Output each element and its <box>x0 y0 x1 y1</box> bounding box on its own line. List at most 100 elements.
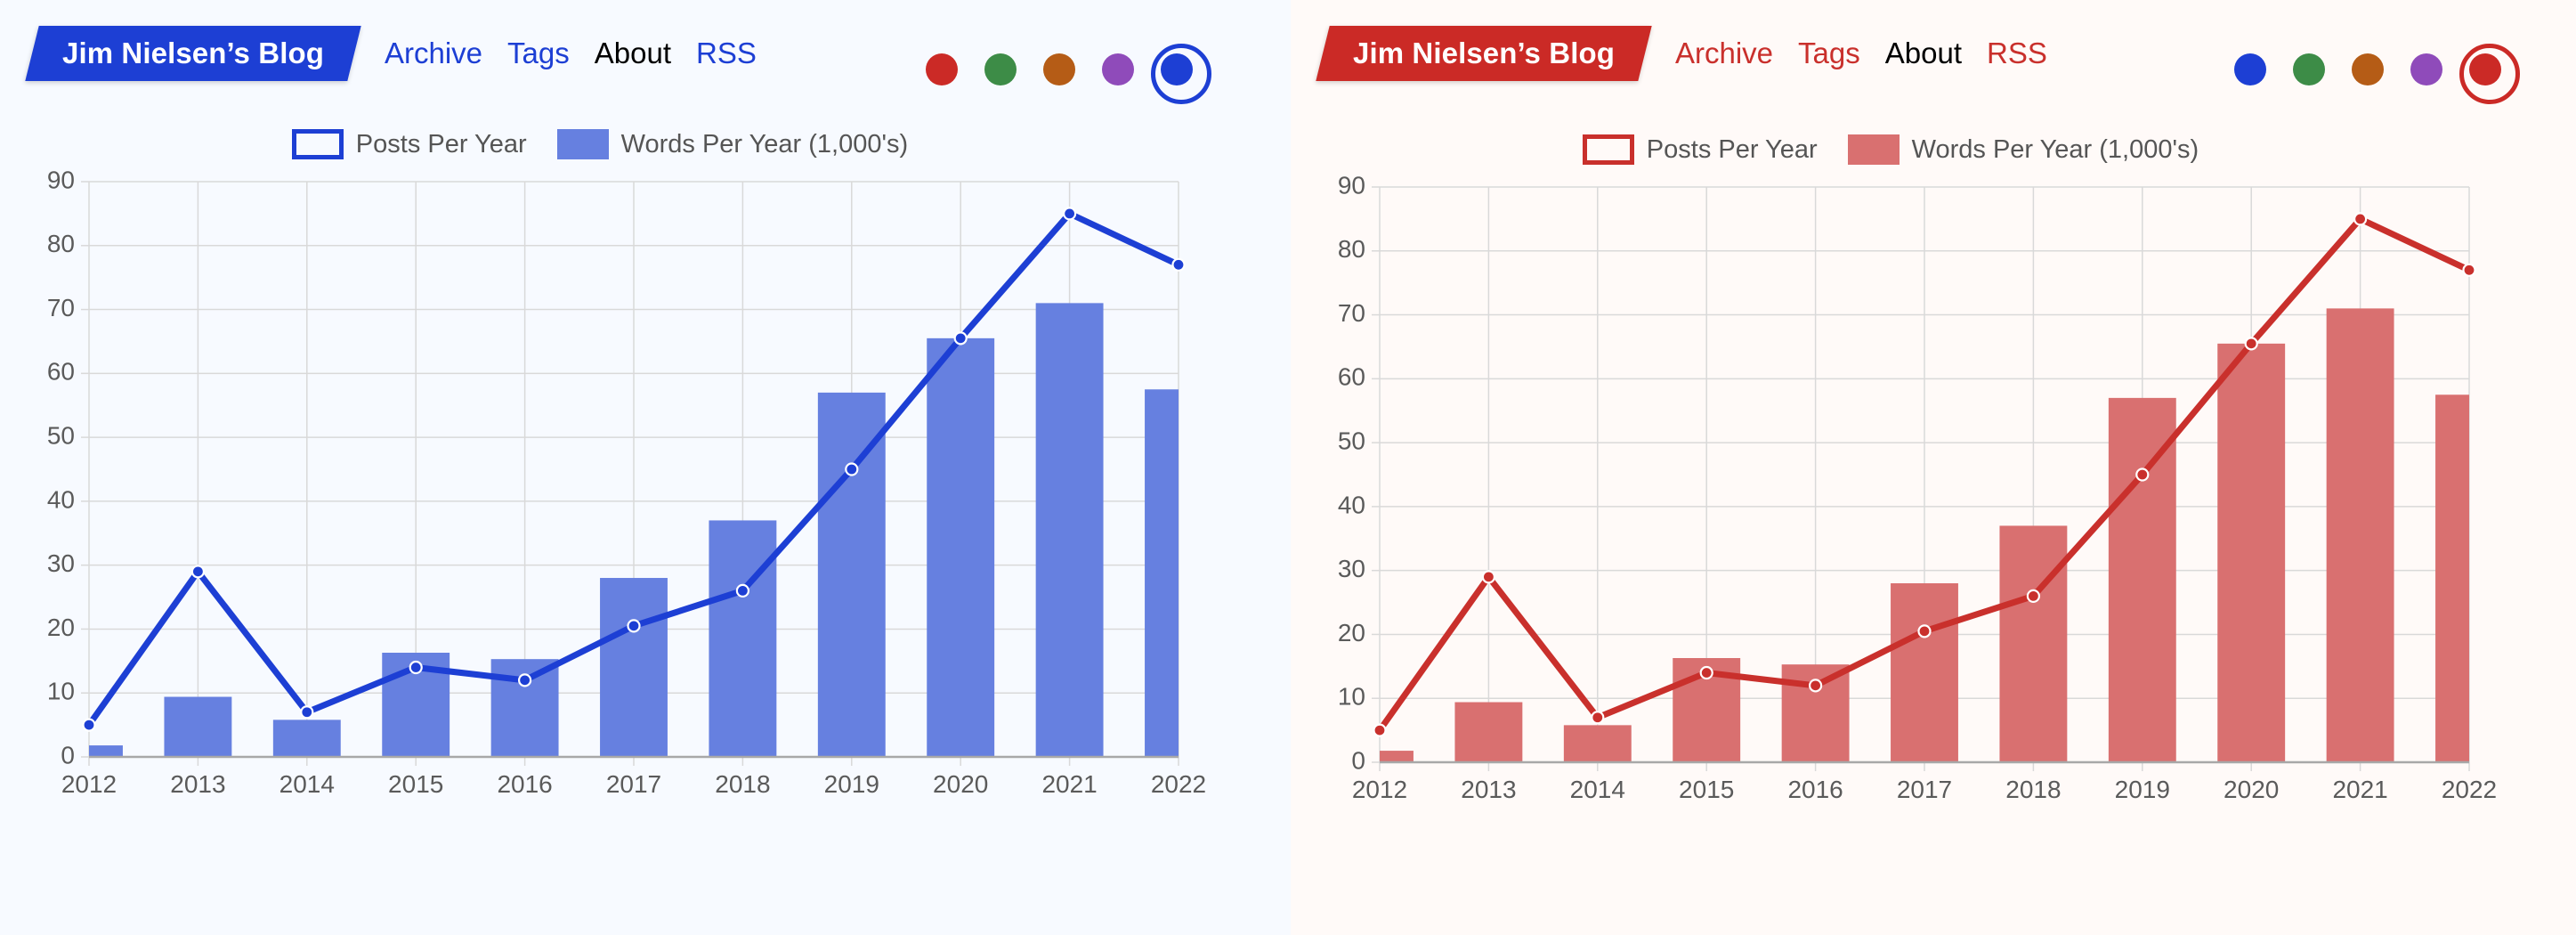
line-point-marker[interactable] <box>953 331 968 346</box>
bar[interactable] <box>927 337 995 757</box>
line-point-marker[interactable] <box>2462 263 2476 277</box>
legend-key-swatch <box>291 129 344 159</box>
bar[interactable] <box>1035 303 1104 757</box>
theme-swatch-green[interactable] <box>2293 53 2325 85</box>
y-axis-tick-label: 50 <box>1338 427 1365 455</box>
y-axis-tick-label: 60 <box>1338 363 1365 391</box>
nav-link-about[interactable]: About <box>595 37 671 70</box>
line-point-marker[interactable] <box>2026 589 2041 603</box>
line-point-marker[interactable] <box>1481 570 1495 584</box>
line-point-marker[interactable] <box>1373 723 1387 737</box>
theme-swatch-blue[interactable] <box>2234 53 2266 85</box>
line-point-marker[interactable] <box>2244 337 2258 351</box>
y-axis-tick-label: 30 <box>47 549 75 577</box>
bar[interactable] <box>709 520 777 757</box>
y-axis-tick-label: 50 <box>47 422 75 450</box>
theme-swatch-blue-selected[interactable] <box>1151 44 1211 104</box>
nav-link-about[interactable]: About <box>1885 37 1962 70</box>
bar[interactable] <box>2108 397 2176 762</box>
line-point-marker[interactable] <box>1699 665 1713 680</box>
blog-stats-chart: Posts Per Year Words Per Year (1,000's) 0… <box>21 119 1214 832</box>
legend-label: Words Per Year (1,000's) <box>1911 134 2199 164</box>
theme-swatch-picker <box>2234 44 2520 104</box>
theme-swatch-purple[interactable] <box>2410 53 2442 85</box>
y-axis-tick-label: 10 <box>47 678 75 705</box>
x-axis-tick-label: 2013 <box>170 770 225 798</box>
nav-link-tags[interactable]: Tags <box>1798 37 1860 70</box>
line-point-marker[interactable] <box>409 660 423 675</box>
y-axis-tick-label: 0 <box>61 741 75 768</box>
x-axis-tick-label: 2016 <box>497 770 552 798</box>
y-axis-tick-label: 70 <box>47 294 75 321</box>
chart-plot-area: 0 10 20 30 40 50 60 70 80 90 2012 2013 2014 2015 2016 2… <box>1312 171 2505 819</box>
theme-comparison-split: Jim Nielsen’s Blog Archive Tags About RSS P… <box>0 0 2576 935</box>
bar[interactable] <box>1999 525 2068 762</box>
legend-item[interactable]: Words Per Year (1,000's) <box>556 129 908 159</box>
line-point-marker[interactable] <box>82 718 96 732</box>
line-point-marker[interactable] <box>1808 679 1823 693</box>
nav-link-rss[interactable]: RSS <box>1987 37 2047 70</box>
line-point-marker[interactable] <box>517 673 532 687</box>
theme-swatch-red-selected[interactable] <box>2459 44 2520 104</box>
theme-swatch-orange[interactable] <box>2352 53 2384 85</box>
bar[interactable] <box>272 720 341 757</box>
nav-link-archive[interactable]: Archive <box>1675 37 1773 70</box>
theme-swatch-red[interactable] <box>926 53 958 85</box>
line-point-marker[interactable] <box>300 705 314 720</box>
bar[interactable] <box>600 578 668 757</box>
chart-plot-area: 0 10 20 30 40 50 60 70 80 90 2012 2013 2014 2015 2016 2… <box>21 166 1214 814</box>
legend-item[interactable]: Posts Per Year <box>1582 134 1818 165</box>
site-logo[interactable]: Jim Nielsen’s Blog <box>25 26 361 81</box>
panel-blue-theme: Jim Nielsen’s Blog Archive Tags About RSS P… <box>0 0 1291 935</box>
legend-key-swatch <box>556 129 609 159</box>
legend-key-swatch <box>1582 134 1634 165</box>
nav-link-rss[interactable]: RSS <box>696 37 757 70</box>
legend-item[interactable]: Words Per Year (1,000's) <box>1847 134 2199 165</box>
x-axis-tick-label: 2012 <box>61 770 117 798</box>
nav-link-archive[interactable]: Archive <box>385 37 482 70</box>
main-nav: Archive Tags About RSS <box>385 37 757 70</box>
x-axis-tick-label: 2021 <box>1041 770 1097 798</box>
bar[interactable] <box>817 392 886 757</box>
x-axis-tick-label: 2017 <box>606 770 661 798</box>
bar[interactable] <box>2435 394 2503 762</box>
theme-swatch-orange[interactable] <box>1043 53 1075 85</box>
line-point-marker[interactable] <box>1062 207 1077 221</box>
x-axis-tick-label: 2022 <box>2442 776 2497 803</box>
line-point-marker[interactable] <box>627 619 641 633</box>
line-point-marker[interactable] <box>2135 467 2150 482</box>
y-axis-tick-label: 90 <box>1338 171 1365 199</box>
x-axis-tick-label: 2016 <box>1787 776 1843 803</box>
line-point-marker[interactable] <box>845 462 859 476</box>
line-point-marker[interactable] <box>1917 624 1932 638</box>
y-axis-tick-label: 20 <box>47 614 75 641</box>
x-axis-tick-label: 2020 <box>933 770 988 798</box>
nav-link-tags[interactable]: Tags <box>507 37 570 70</box>
x-axis-tick-label: 2021 <box>2332 776 2387 803</box>
main-nav: Archive Tags About RSS <box>1675 37 2047 70</box>
bar[interactable] <box>1454 702 1523 762</box>
x-axis-tick-label: 2015 <box>1679 776 1734 803</box>
line-point-marker[interactable] <box>735 583 750 598</box>
bar[interactable] <box>1563 725 1632 762</box>
chart-legend: Posts Per Year Words Per Year (1,000's) <box>1312 125 2505 175</box>
bar[interactable] <box>164 696 232 757</box>
x-axis-tick-label: 2014 <box>1570 776 1625 803</box>
x-axis-tick-label: 2018 <box>715 770 770 798</box>
bar[interactable] <box>2217 343 2286 762</box>
y-axis-tick-label: 40 <box>47 485 75 513</box>
line-point-marker[interactable] <box>1591 711 1605 725</box>
y-axis-tick-label: 80 <box>47 230 75 257</box>
y-axis-tick-label: 90 <box>47 166 75 193</box>
bar[interactable] <box>2326 308 2394 762</box>
panel-red-theme: Jim Nielsen’s Blog Archive Tags About RSS P… <box>1291 0 2576 935</box>
theme-swatch-purple[interactable] <box>1102 53 1134 85</box>
legend-item[interactable]: Posts Per Year <box>291 129 527 159</box>
line-point-marker[interactable] <box>1171 257 1186 272</box>
bar[interactable] <box>1145 389 1212 757</box>
site-logo[interactable]: Jim Nielsen’s Blog <box>1316 26 1652 81</box>
line-point-marker[interactable] <box>2353 212 2368 226</box>
theme-swatch-green[interactable] <box>984 53 1017 85</box>
bar[interactable] <box>1891 583 1958 762</box>
line-point-marker[interactable] <box>190 565 205 579</box>
